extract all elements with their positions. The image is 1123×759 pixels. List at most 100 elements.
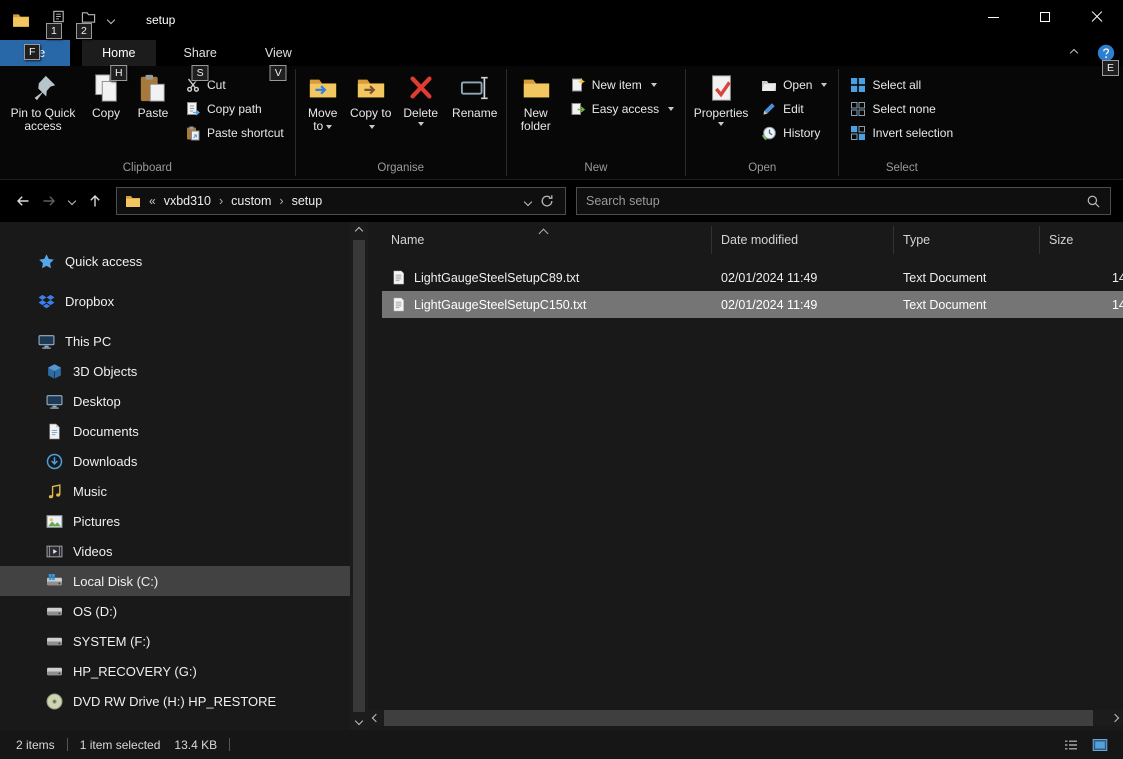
ribbon-group-clipboard: Pin to Quick access Copy Paste Cut bbox=[0, 66, 295, 179]
sidebar-item-this-pc[interactable]: This PC bbox=[0, 326, 350, 356]
scroll-up-arrow-icon[interactable] bbox=[356, 226, 362, 236]
invert-selection-label: Invert selection bbox=[872, 126, 953, 140]
sidebar-item-quick-access[interactable]: Quick access bbox=[0, 246, 350, 276]
sidebar-item-local-disk-c[interactable]: Local Disk (C:) bbox=[0, 566, 350, 596]
minimize-button[interactable] bbox=[967, 0, 1019, 34]
organise-group-label: Organise bbox=[296, 159, 506, 179]
pin-icon bbox=[28, 73, 58, 103]
scroll-right-arrow-icon[interactable] bbox=[1107, 710, 1123, 726]
new-folder-button[interactable]: New folder bbox=[510, 70, 562, 135]
sidebar-item-pictures[interactable]: Pictures bbox=[0, 506, 350, 536]
maximize-icon bbox=[1040, 12, 1050, 22]
rename-button[interactable]: Rename bbox=[447, 70, 503, 122]
sidebar-item-system-f[interactable]: SYSTEM (F:) bbox=[0, 626, 350, 656]
title-bar: 1 2 setup bbox=[0, 0, 1123, 40]
scroll-down-arrow-icon[interactable] bbox=[356, 716, 362, 726]
horizontal-scrollbar[interactable] bbox=[368, 710, 1123, 726]
sidebar-item-videos[interactable]: Videos bbox=[0, 536, 350, 566]
details-view-button[interactable] bbox=[1058, 734, 1084, 756]
sidebar-item-os-d[interactable]: OS (D:) bbox=[0, 596, 350, 626]
scrollbar-thumb[interactable] bbox=[353, 240, 365, 712]
paste-shortcut-button[interactable]: Paste shortcut bbox=[185, 124, 284, 142]
pin-to-quick-access-button[interactable]: Pin to Quick access bbox=[3, 70, 83, 135]
column-header-row: NameDate modifiedTypeSize bbox=[368, 226, 1123, 254]
download-icon bbox=[46, 453, 63, 470]
tab-file[interactable]: File F bbox=[0, 40, 70, 66]
forward-button[interactable] bbox=[36, 188, 62, 214]
sidebar-item-desktop[interactable]: Desktop bbox=[0, 386, 350, 416]
up-arrow-icon bbox=[87, 193, 103, 209]
file-row-lightgaugesteelsetupc89-txt[interactable]: LightGaugeSteelSetupC89.txt02/01/2024 11… bbox=[382, 264, 1123, 291]
sidebar-item-dvd-rw-drive-h-hp-restore[interactable]: DVD RW Drive (H:) HP_RESTORE bbox=[0, 686, 350, 716]
search-input[interactable] bbox=[586, 194, 1086, 208]
tab-share[interactable]: Share S bbox=[164, 40, 237, 66]
column-header-type[interactable]: Type bbox=[894, 226, 1040, 254]
sidebar-item-downloads[interactable]: Downloads bbox=[0, 446, 350, 476]
new-item-icon bbox=[570, 77, 586, 93]
sidebar-item-label: Local Disk (C:) bbox=[73, 574, 158, 589]
sidebar-item-music[interactable]: Music bbox=[0, 476, 350, 506]
copy-path-button[interactable]: Copy path bbox=[185, 100, 262, 118]
select-none-button[interactable]: Select none bbox=[850, 100, 935, 118]
breadcrumb-segment-vxbd310[interactable]: vxbd310 bbox=[162, 194, 213, 208]
move-to-button[interactable]: Move to bbox=[299, 70, 347, 135]
history-button[interactable]: History bbox=[761, 124, 820, 142]
column-header-size[interactable]: Size bbox=[1040, 226, 1123, 254]
properties-button[interactable]: Properties bbox=[689, 70, 753, 128]
column-header-name[interactable]: Name bbox=[382, 226, 712, 254]
close-button[interactable] bbox=[1071, 0, 1123, 34]
file-row-lightgaugesteelsetupc150-txt[interactable]: LightGaugeSteelSetupC150.txt02/01/2024 1… bbox=[382, 291, 1123, 318]
breadcrumb-overflow-indicator[interactable]: « bbox=[149, 194, 156, 208]
qat-button-2[interactable]: 2 bbox=[76, 8, 100, 32]
scrollbar-thumb[interactable] bbox=[384, 710, 1093, 726]
tab-home[interactable]: Home H bbox=[82, 40, 155, 66]
qat-customize-button[interactable] bbox=[108, 12, 124, 28]
help-button[interactable]: E bbox=[1097, 44, 1115, 62]
easy-access-button[interactable]: Easy access bbox=[570, 100, 674, 118]
file-name-cell: LightGaugeSteelSetupC150.txt bbox=[382, 297, 712, 312]
copy-to-button[interactable]: Copy to bbox=[347, 70, 395, 135]
statusbar-separator bbox=[67, 738, 68, 751]
sidebar-item-label: Music bbox=[73, 484, 107, 499]
minimize-ribbon-button[interactable] bbox=[1065, 44, 1083, 62]
sidebar-item-hp-recovery-g[interactable]: HP_RECOVERY (G:) bbox=[0, 656, 350, 686]
select-group-label: Select bbox=[839, 159, 964, 179]
select-none-icon bbox=[850, 101, 866, 117]
breadcrumb-segment-setup[interactable]: setup bbox=[290, 194, 325, 208]
up-button[interactable] bbox=[82, 188, 108, 214]
large-icons-view-button[interactable] bbox=[1087, 734, 1113, 756]
open-button[interactable]: Open bbox=[761, 76, 827, 94]
file-name-cell: LightGaugeSteelSetupC89.txt bbox=[382, 270, 712, 285]
paste-shortcut-icon bbox=[185, 125, 201, 141]
paste-button[interactable]: Paste bbox=[129, 70, 177, 122]
search-box[interactable] bbox=[576, 187, 1111, 215]
refresh-button[interactable] bbox=[539, 193, 555, 209]
back-button[interactable] bbox=[10, 188, 36, 214]
qat-new-folder-icon bbox=[81, 9, 96, 24]
delete-button[interactable]: Delete bbox=[395, 70, 447, 128]
chevron-down-icon bbox=[107, 16, 115, 24]
sidebar-item-3d-objects[interactable]: 3D Objects bbox=[0, 356, 350, 386]
tab-home-label: Home bbox=[102, 46, 135, 60]
address-dropdown-button[interactable] bbox=[525, 194, 531, 208]
column-header-date-modified[interactable]: Date modified bbox=[712, 226, 894, 254]
sidebar-item-documents[interactable]: Documents bbox=[0, 416, 350, 446]
sidebar-item-label: OS (D:) bbox=[73, 604, 117, 619]
invert-selection-button[interactable]: Invert selection bbox=[850, 124, 953, 142]
tab-view[interactable]: View V bbox=[245, 40, 312, 66]
sidebar-item-dropbox[interactable]: Dropbox bbox=[0, 286, 350, 316]
sidebar-scrollbar[interactable] bbox=[350, 222, 368, 730]
select-all-button[interactable]: Select all bbox=[850, 76, 921, 94]
edit-button[interactable]: Edit bbox=[761, 100, 804, 118]
maximize-button[interactable] bbox=[1019, 0, 1071, 34]
recent-locations-button[interactable] bbox=[62, 188, 82, 214]
address-bar[interactable]: « vxbd310›custom›setup bbox=[116, 187, 566, 215]
window-title: setup bbox=[146, 13, 175, 27]
qat-button-1[interactable]: 1 bbox=[46, 8, 70, 32]
paste-icon bbox=[138, 73, 168, 103]
address-row: « vxbd310›custom›setup bbox=[0, 180, 1123, 222]
scroll-left-arrow-icon[interactable] bbox=[368, 710, 384, 726]
new-item-button[interactable]: New item bbox=[570, 76, 657, 94]
breadcrumb-segment-custom[interactable]: custom bbox=[229, 194, 273, 208]
tabrow-right-controls: E bbox=[1065, 40, 1123, 66]
